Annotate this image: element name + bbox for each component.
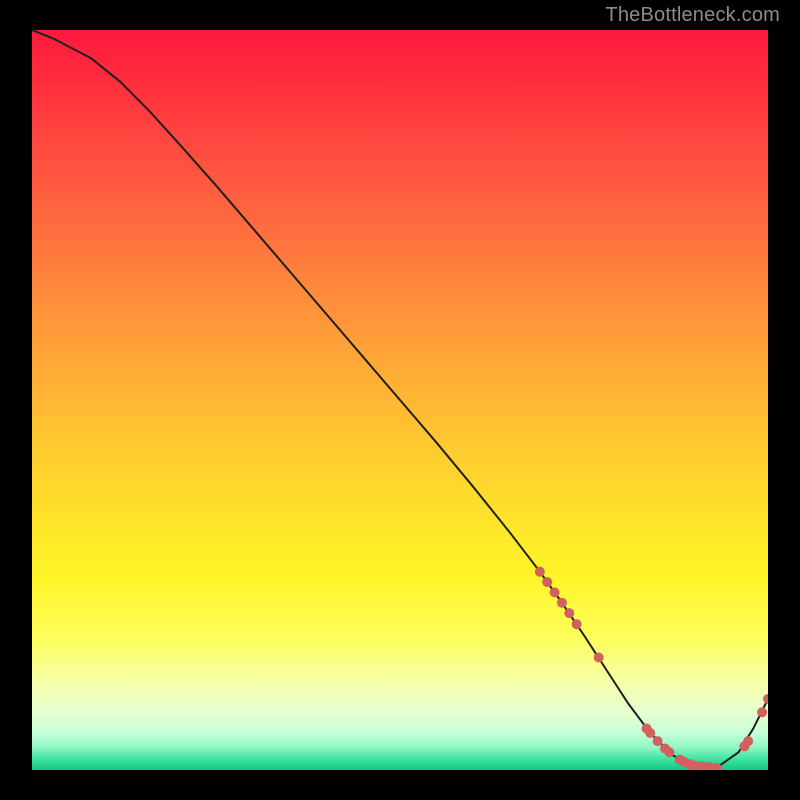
marker-point bbox=[757, 707, 767, 717]
marker-point bbox=[564, 608, 574, 618]
marker-point bbox=[557, 598, 567, 608]
marker-point bbox=[645, 728, 655, 738]
plot-area bbox=[32, 30, 768, 770]
marker-point bbox=[763, 694, 768, 704]
marker-point bbox=[542, 577, 552, 587]
marker-point bbox=[572, 619, 582, 629]
marker-point bbox=[594, 653, 604, 663]
attribution-label: TheBottleneck.com bbox=[605, 4, 780, 27]
bottleneck-curve bbox=[32, 30, 768, 768]
chart-container: TheBottleneck.com bbox=[0, 0, 800, 800]
marker-point bbox=[743, 736, 753, 746]
curve-markers bbox=[535, 567, 768, 770]
marker-point bbox=[535, 567, 545, 577]
marker-point bbox=[653, 736, 663, 746]
chart-svg bbox=[32, 30, 768, 770]
marker-point bbox=[664, 747, 674, 757]
marker-point bbox=[550, 587, 560, 597]
